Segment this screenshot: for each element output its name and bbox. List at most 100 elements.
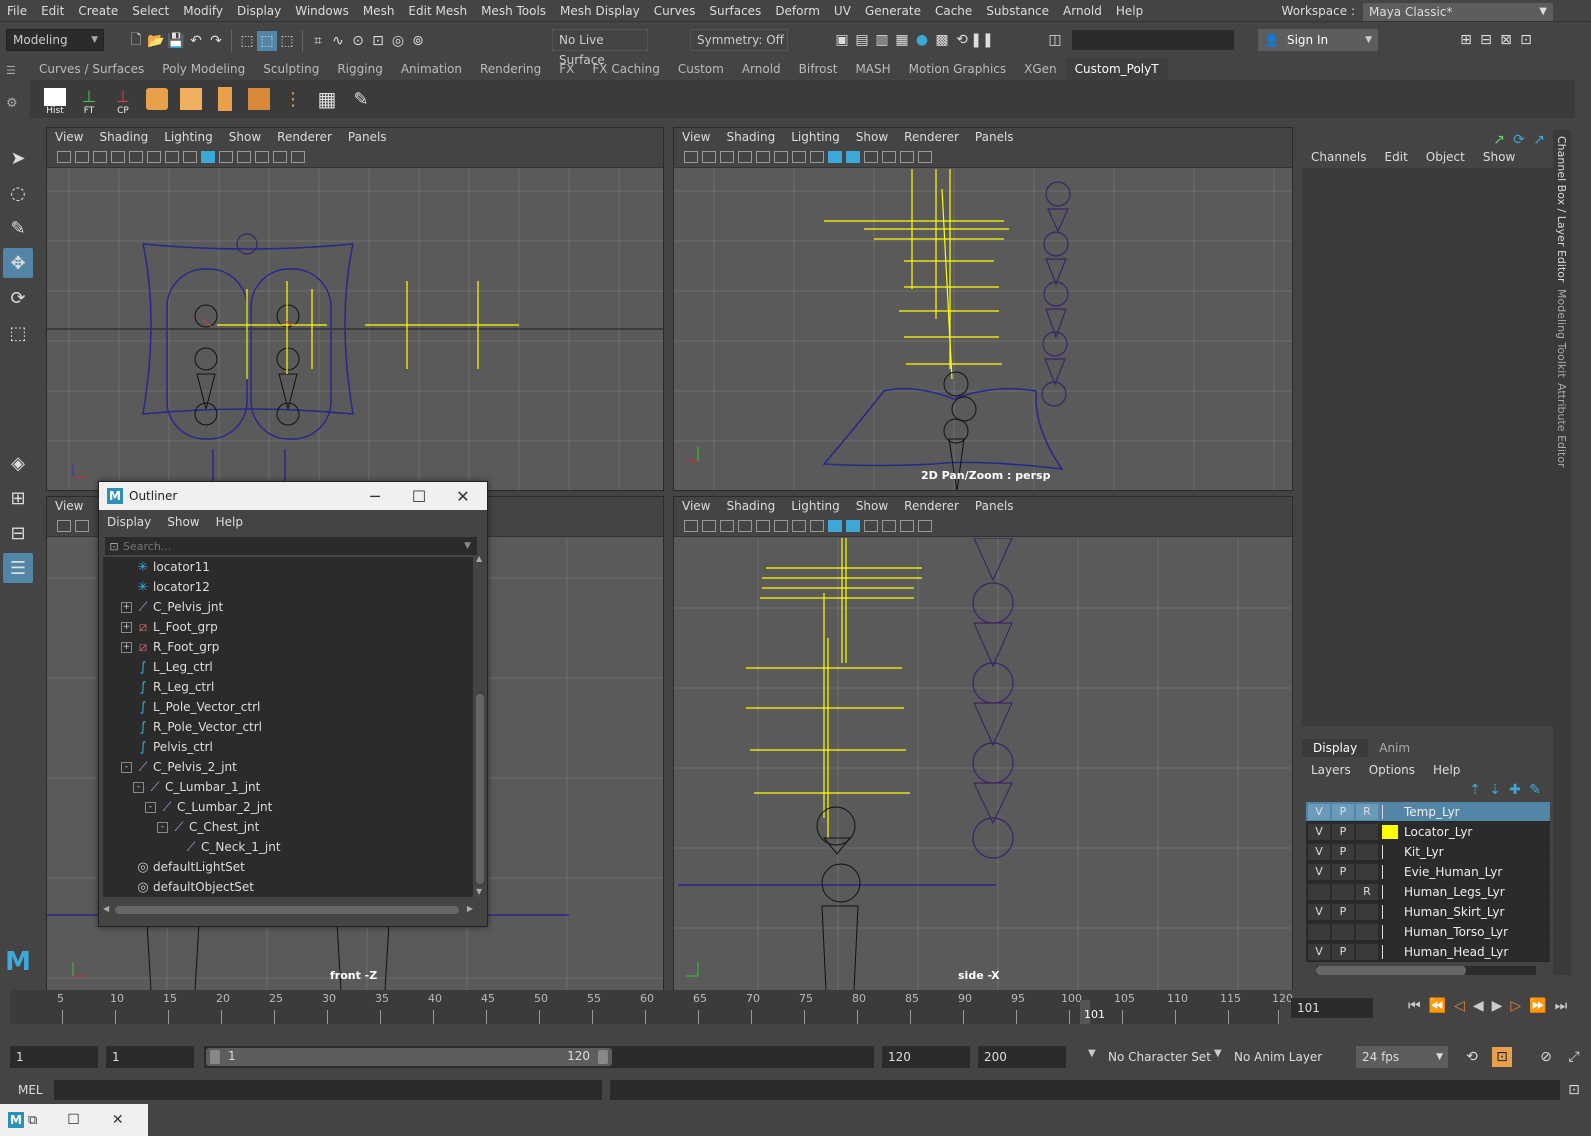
animation-start-field[interactable]: 1 xyxy=(10,1046,98,1068)
tab-attribute-editor[interactable]: Attribute Editor xyxy=(1555,383,1568,468)
paint-select-tool-icon[interactable]: ✎ xyxy=(3,213,33,243)
outliner-menu-display[interactable]: Display xyxy=(99,515,159,529)
scroll-right-icon[interactable]: ▶ xyxy=(467,904,473,913)
textured-icon[interactable] xyxy=(219,150,233,163)
viewport-menu-shading[interactable]: Shading xyxy=(91,130,156,144)
expand-icon[interactable]: ↗ xyxy=(1529,130,1549,150)
lights-icon[interactable] xyxy=(864,150,878,163)
expand-icon[interactable]: + xyxy=(121,621,132,633)
viewport-menu-lighting[interactable]: Lighting xyxy=(783,130,848,144)
sidebar-toggle-icon[interactable]: ◫ xyxy=(1045,30,1065,50)
poly-cylinder-button[interactable] xyxy=(142,82,172,116)
menu-help[interactable]: Help xyxy=(1109,1,1150,21)
scroll-left-icon[interactable]: ◀ xyxy=(103,904,109,913)
smooth-shade-icon[interactable] xyxy=(828,519,842,532)
layer-playback-toggle[interactable]: P xyxy=(1332,823,1354,840)
list-item[interactable]: - ⟋ C_Chest_jnt xyxy=(103,817,473,837)
undo-icon[interactable]: ↶ xyxy=(186,31,206,51)
list-item[interactable]: - ⟋ C_Pelvis_2_jnt xyxy=(103,757,473,777)
shelf-tab-rendering[interactable]: Rendering xyxy=(471,58,550,80)
resolution-gate-icon[interactable] xyxy=(165,150,179,163)
camera-icon[interactable] xyxy=(57,150,71,163)
shadows-icon[interactable] xyxy=(882,519,896,532)
layer-row[interactable]: V P Human_Skirt_Lyr xyxy=(1306,902,1550,922)
layer-color-swatch[interactable] xyxy=(1382,864,1398,879)
viewport-menu-view[interactable]: View xyxy=(47,499,91,513)
menu-display[interactable]: Display xyxy=(230,1,288,21)
grid-toggle-icon[interactable] xyxy=(756,150,770,163)
shelf-tab-mash[interactable]: MASH xyxy=(846,58,899,80)
render-settings-icon[interactable]: ▦ xyxy=(892,30,912,50)
viewport-menu-view[interactable]: View xyxy=(674,130,718,144)
snap-grid-icon[interactable]: ⌗ xyxy=(308,31,328,51)
cmd-language-label[interactable]: MEL xyxy=(18,1083,43,1097)
menu-cache[interactable]: Cache xyxy=(928,1,979,21)
layer-playback-toggle[interactable] xyxy=(1332,923,1354,940)
cb-menu-edit[interactable]: Edit xyxy=(1376,146,1417,168)
anim-prefs-icon[interactable]: ⊘ xyxy=(1536,1047,1556,1067)
camera-icon[interactable] xyxy=(57,519,71,532)
lock-camera-icon[interactable] xyxy=(702,519,716,532)
range-start-grip[interactable] xyxy=(210,1050,220,1064)
collapse-icon[interactable]: - xyxy=(145,801,156,813)
layer-color-swatch[interactable] xyxy=(1382,844,1398,859)
layer-display-type-toggle[interactable] xyxy=(1356,843,1378,860)
menu-deform[interactable]: Deform xyxy=(768,1,827,21)
snap-curve-icon[interactable]: ∿ xyxy=(328,31,348,51)
move-layer-down-icon[interactable]: ⇣ xyxy=(1485,780,1505,800)
outliner-menu-show[interactable]: Show xyxy=(159,515,207,529)
channel-box-icon[interactable]: ⊡ xyxy=(1516,30,1536,50)
menu-edit[interactable]: Edit xyxy=(34,1,71,21)
lock-camera-icon[interactable] xyxy=(702,150,716,163)
four-view-layout-icon[interactable]: ⊞ xyxy=(3,483,33,513)
layer-visibility-toggle[interactable]: V xyxy=(1308,943,1330,960)
collapse-icon[interactable]: - xyxy=(133,781,144,793)
layer-display-type-toggle[interactable] xyxy=(1356,823,1378,840)
shelf-tab-poly-modeling[interactable]: Poly Modeling xyxy=(153,58,254,80)
isolate-icon[interactable] xyxy=(291,150,305,163)
layer-row[interactable]: R Human_Legs_Lyr xyxy=(1306,882,1550,902)
mode-dropdown[interactable]: Modeling ▼ xyxy=(6,29,104,51)
playback-start-field[interactable]: 1 xyxy=(106,1046,194,1068)
tab-modeling-toolkit[interactable]: Modeling Toolkit xyxy=(1555,289,1568,378)
film-gate-icon[interactable] xyxy=(774,150,788,163)
shelf-tab-rigging[interactable]: Rigging xyxy=(328,58,391,80)
symmetry-dropdown[interactable]: Symmetry: Off xyxy=(690,29,788,51)
shelf-menu-icon[interactable]: ☰ xyxy=(6,64,16,77)
single-view-layout-icon[interactable]: ◈ xyxy=(3,448,33,478)
menu-file[interactable]: File xyxy=(0,1,34,21)
layer-color-swatch[interactable] xyxy=(1382,824,1398,839)
list-item[interactable]: ∫ L_Pole_Vector_ctrl xyxy=(103,697,473,717)
scrollbar-thumb[interactable] xyxy=(476,694,484,884)
lights-icon[interactable] xyxy=(237,150,251,163)
chevron-down-icon[interactable]: ▼ xyxy=(1214,1048,1222,1059)
ipr-render-icon[interactable]: ▥ xyxy=(872,30,892,50)
select-hierarchy-icon[interactable]: ⬚ xyxy=(237,31,257,51)
xray-icon[interactable] xyxy=(900,150,914,163)
wireframe-icon[interactable] xyxy=(810,150,824,163)
menu-mesh-tools[interactable]: Mesh Tools xyxy=(474,1,553,21)
new-layer-selected-icon[interactable]: ✎ xyxy=(1525,780,1545,800)
layer-row[interactable]: V P R Temp_Lyr xyxy=(1306,802,1550,822)
menu-windows[interactable]: Windows xyxy=(288,1,356,21)
viewport-menu-renderer[interactable]: Renderer xyxy=(896,499,967,513)
freeze-transform-button[interactable]: ⊥ FT xyxy=(74,82,104,116)
channel-box-area[interactable] xyxy=(1302,168,1553,726)
viewport-top[interactable]: View Shading Lighting Show Renderer Pane… xyxy=(46,127,664,491)
step-back-frame-icon[interactable]: ◁ xyxy=(1454,998,1465,1014)
viewport-menu-panels[interactable]: Panels xyxy=(967,499,1022,513)
shelf-tab-motion-graphics[interactable]: Motion Graphics xyxy=(900,58,1016,80)
film-gate-icon[interactable] xyxy=(147,150,161,163)
scrollbar-thumb[interactable] xyxy=(1316,966,1466,975)
xray-icon[interactable] xyxy=(273,150,287,163)
shelf-tab-xgen[interactable]: XGen xyxy=(1015,58,1066,80)
list-item[interactable]: ◎ defaultLightSet xyxy=(103,857,473,877)
go-to-end-icon[interactable]: ⏭ xyxy=(1555,998,1568,1014)
layer-row[interactable]: V P Evie_Human_Lyr xyxy=(1306,862,1550,882)
center-pivot-button[interactable]: ⊥ CP xyxy=(108,82,138,116)
layer-playback-toggle[interactable]: P xyxy=(1332,863,1354,880)
menu-generate[interactable]: Generate xyxy=(858,1,928,21)
maximize-icon[interactable]: ☐ xyxy=(397,482,441,510)
tab-display[interactable]: Display xyxy=(1302,739,1369,757)
loop-icon[interactable]: ⟲ xyxy=(1462,1047,1482,1067)
